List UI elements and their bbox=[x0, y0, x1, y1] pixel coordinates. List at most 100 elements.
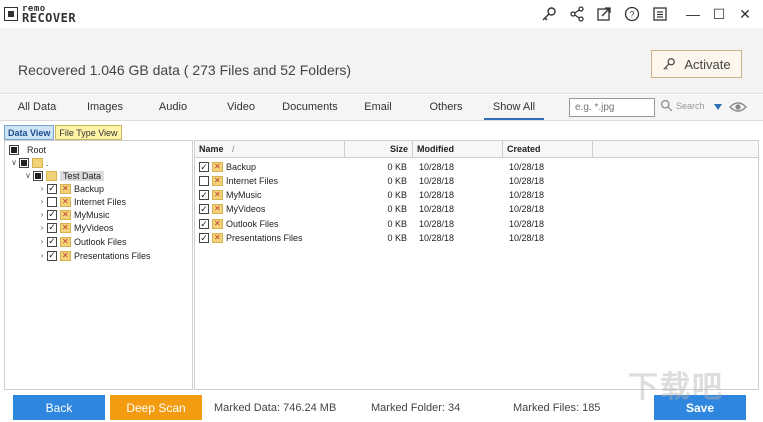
column-name-label: Name bbox=[199, 144, 224, 154]
tree-node-mymusic[interactable]: › ✓ MyMusic bbox=[37, 208, 110, 221]
row-modified: 10/28/18 bbox=[419, 162, 455, 172]
tree-node-internet-files[interactable]: › Internet Files bbox=[37, 195, 126, 208]
deleted-folder-icon bbox=[212, 219, 223, 229]
bottom-bar: Back Deep Scan Marked Data: 746.24 MB Ma… bbox=[0, 392, 763, 422]
tab-all-data[interactable]: All Data bbox=[8, 95, 66, 120]
tree-node-label: Backup bbox=[74, 183, 105, 194]
chevron-right-icon[interactable]: › bbox=[37, 237, 47, 246]
search-placeholder: Search bbox=[676, 100, 705, 111]
tab-show-all[interactable]: Show All bbox=[484, 95, 544, 120]
checkbox[interactable] bbox=[9, 144, 19, 155]
app-logo: remo RECOVER bbox=[4, 4, 76, 24]
file-type-tabs: All Data Images Audio Video Documents Em… bbox=[0, 95, 763, 121]
eye-icon[interactable] bbox=[729, 100, 747, 117]
title-bar: remo RECOVER ? — ☐ ✕ bbox=[0, 0, 763, 28]
file-list-header: Name / Size Modified Created bbox=[195, 141, 758, 158]
checkbox[interactable]: ✓ bbox=[199, 190, 209, 200]
row-size: 0 KB bbox=[387, 233, 407, 243]
tree-node-label: Outlook Files bbox=[74, 236, 127, 247]
checkbox[interactable] bbox=[19, 157, 29, 168]
chevron-right-icon[interactable]: › bbox=[37, 251, 47, 260]
row-created: 10/28/18 bbox=[509, 204, 545, 214]
row-size: 0 KB bbox=[387, 176, 407, 186]
checkbox[interactable]: ✓ bbox=[199, 219, 209, 229]
table-row[interactable]: ✓ MyMusic 0 KB 10/28/18 10/28/18 bbox=[195, 188, 595, 202]
table-row[interactable]: ✓ Backup 0 KB 10/28/18 10/28/18 bbox=[195, 160, 595, 174]
tree-node-myvideos[interactable]: › ✓ MyVideos bbox=[37, 221, 113, 234]
tree-node-test-data[interactable]: ∨ Test Data bbox=[23, 169, 105, 182]
row-name: MyVideos bbox=[226, 204, 266, 214]
tree-node-label: Presentations Files bbox=[74, 250, 151, 261]
search-dropdown-icon[interactable] bbox=[714, 104, 722, 110]
file-filter-input[interactable] bbox=[569, 98, 655, 117]
tree-node-outlook-files[interactable]: › ✓ Outlook Files bbox=[37, 235, 127, 248]
table-row[interactable]: ✓ Presentations Files 0 KB 10/28/18 10/28… bbox=[195, 231, 595, 245]
row-modified: 10/28/18 bbox=[419, 219, 455, 229]
key-icon[interactable] bbox=[539, 4, 559, 24]
column-header-size[interactable]: Size bbox=[345, 141, 413, 158]
checkbox[interactable] bbox=[199, 176, 209, 186]
svg-text:?: ? bbox=[629, 10, 634, 20]
folder-icon bbox=[46, 170, 57, 181]
tab-documents[interactable]: Documents bbox=[278, 95, 342, 120]
activate-button[interactable]: Activate bbox=[651, 50, 742, 78]
checkbox[interactable]: ✓ bbox=[47, 222, 57, 233]
column-header-modified[interactable]: Modified bbox=[413, 141, 503, 158]
checkbox[interactable]: ✓ bbox=[47, 209, 57, 220]
tab-images[interactable]: Images bbox=[80, 95, 130, 120]
tab-file-type-view[interactable]: File Type View bbox=[55, 125, 122, 140]
table-row[interactable]: ✓ MyVideos 0 KB 10/28/18 10/28/18 bbox=[195, 202, 595, 216]
help-icon[interactable]: ? bbox=[622, 4, 642, 24]
deep-scan-button[interactable]: Deep Scan bbox=[110, 395, 202, 420]
table-row[interactable]: Internet Files 0 KB 10/28/18 10/28/18 bbox=[195, 174, 595, 188]
chevron-down-icon[interactable]: ∨ bbox=[9, 158, 19, 167]
maximize-icon[interactable]: ☐ bbox=[708, 4, 730, 24]
row-name: Backup bbox=[226, 162, 257, 172]
row-created: 10/28/18 bbox=[509, 176, 545, 186]
share-icon[interactable] bbox=[567, 4, 587, 24]
menu-icon[interactable] bbox=[650, 4, 670, 24]
deleted-folder-icon bbox=[212, 233, 223, 243]
minimize-icon[interactable]: — bbox=[682, 4, 704, 24]
recovered-summary: Recovered 1.046 GB data ( 273 Files and … bbox=[18, 62, 352, 78]
tab-email[interactable]: Email bbox=[356, 95, 400, 120]
table-row[interactable]: ✓ Outlook Files 0 KB 10/28/18 10/28/18 bbox=[195, 217, 595, 231]
chevron-right-icon[interactable]: › bbox=[37, 223, 47, 232]
marked-folder-status: Marked Folder: 34 bbox=[371, 402, 461, 414]
tab-audio[interactable]: Audio bbox=[148, 95, 198, 120]
checkbox[interactable]: ✓ bbox=[47, 236, 57, 247]
back-button[interactable]: Back bbox=[13, 395, 105, 420]
checkbox[interactable]: ✓ bbox=[199, 233, 209, 243]
chevron-down-icon[interactable]: ∨ bbox=[23, 171, 33, 180]
tab-others[interactable]: Others bbox=[420, 95, 472, 120]
row-size: 0 KB bbox=[387, 162, 407, 172]
tab-video[interactable]: Video bbox=[218, 95, 264, 120]
chevron-right-icon[interactable]: › bbox=[37, 210, 47, 219]
search-field[interactable]: Search bbox=[660, 99, 705, 112]
tree-node-label: MyMusic bbox=[74, 209, 110, 220]
deleted-folder-icon bbox=[60, 183, 71, 194]
tree-node-presentations-files[interactable]: › ✓ Presentations Files bbox=[37, 249, 151, 262]
checkbox[interactable]: ✓ bbox=[199, 204, 209, 214]
tab-data-view[interactable]: Data View bbox=[4, 125, 55, 140]
close-icon[interactable]: ✕ bbox=[734, 4, 756, 24]
tree-node-backup[interactable]: › ✓ Backup bbox=[37, 182, 104, 195]
save-button[interactable]: Save bbox=[654, 395, 746, 420]
checkbox[interactable]: ✓ bbox=[199, 162, 209, 172]
chevron-right-icon[interactable]: › bbox=[37, 184, 47, 193]
checkbox[interactable] bbox=[33, 170, 43, 181]
open-external-icon[interactable] bbox=[594, 4, 614, 24]
checkbox[interactable]: ✓ bbox=[47, 250, 57, 261]
deleted-folder-icon bbox=[212, 190, 223, 200]
deleted-folder-icon bbox=[60, 250, 71, 261]
row-modified: 10/28/18 bbox=[419, 176, 455, 186]
checkbox[interactable] bbox=[47, 196, 57, 207]
column-header-name[interactable]: Name / bbox=[195, 141, 345, 158]
chevron-right-icon[interactable]: › bbox=[37, 197, 47, 206]
row-name: Internet Files bbox=[226, 176, 279, 186]
tree-node-drive[interactable]: ∨ . bbox=[9, 156, 49, 169]
column-header-created[interactable]: Created bbox=[503, 141, 593, 158]
tree-node-root[interactable]: Root bbox=[9, 143, 46, 156]
row-created: 10/28/18 bbox=[509, 162, 545, 172]
checkbox[interactable]: ✓ bbox=[47, 183, 57, 194]
